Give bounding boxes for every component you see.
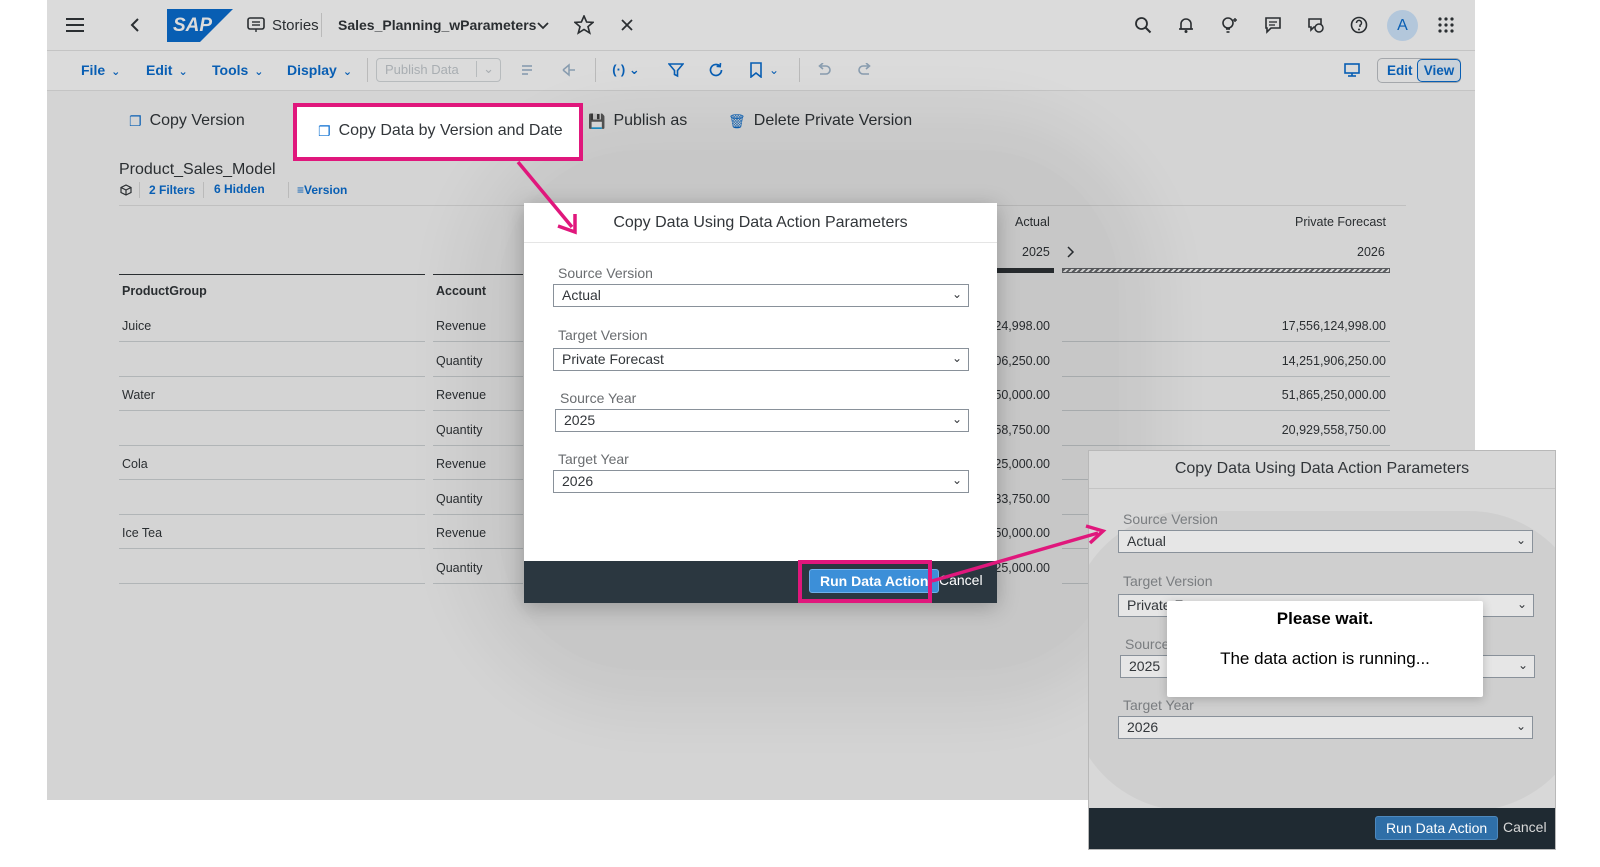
arrow-to-dialog: [516, 160, 574, 229]
arrow-to-running-panel: [931, 531, 1099, 583]
tutorial-canvas: SAP Stories Sales_Planning_wParameters A…: [0, 0, 1600, 867]
annotation-arrows: [516, 160, 1107, 583]
